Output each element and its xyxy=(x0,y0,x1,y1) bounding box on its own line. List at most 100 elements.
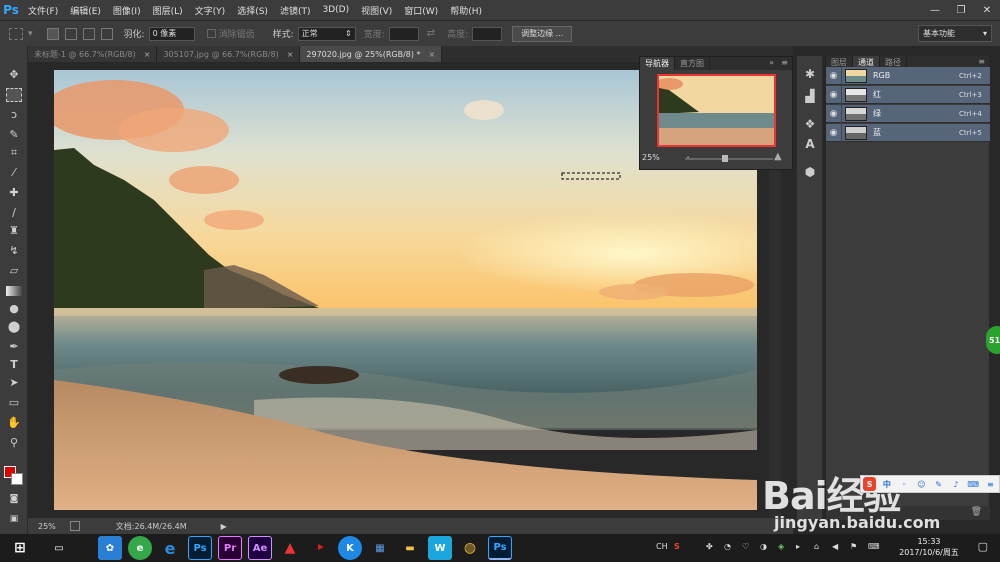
sogou-tray-icon[interactable]: S xyxy=(674,542,680,554)
ime-language[interactable]: CH xyxy=(656,542,668,554)
screen-mode-icon[interactable]: ▣ xyxy=(6,512,22,526)
menu-view[interactable]: 视图(V) xyxy=(355,4,398,17)
ime-mode-icon[interactable]: 中 xyxy=(880,477,893,491)
menu-window[interactable]: 窗口(W) xyxy=(398,4,444,17)
ime-menu-icon[interactable]: ≡ xyxy=(984,477,997,491)
status-info-icon[interactable] xyxy=(69,521,80,531)
menu-filter[interactable]: 滤镜(T) xyxy=(274,4,317,17)
restore-button[interactable]: ❐ xyxy=(948,0,974,20)
eyedropper-tool-icon[interactable]: ⁄ xyxy=(6,166,22,180)
zoom-in-icon[interactable]: ▲ xyxy=(774,151,782,162)
menu-3d[interactable]: 3D(D) xyxy=(316,5,355,15)
app-icon-1[interactable]: ✿ xyxy=(98,536,122,560)
healing-brush-tool-icon[interactable]: ✚ xyxy=(6,186,22,200)
antialias-checkbox[interactable] xyxy=(206,29,216,38)
type-tool-icon[interactable]: T xyxy=(6,358,22,372)
collapse-icon[interactable]: » xyxy=(769,58,774,67)
navigator-zoom-slider[interactable] xyxy=(685,158,773,160)
tab-navigator[interactable]: 导航器 xyxy=(640,57,675,70)
history-brush-tool-icon[interactable]: ↯ xyxy=(6,244,22,258)
hand-tool-icon[interactable]: ✋ xyxy=(6,416,22,430)
menu-image[interactable]: 图像(I) xyxy=(107,4,147,17)
channel-row-blue[interactable]: ◉ 蓝 Ctrl+5 xyxy=(826,123,990,142)
styles-icon[interactable]: ❖ xyxy=(802,116,818,132)
histogram-icon[interactable]: ▟ xyxy=(802,88,818,104)
photoshop-running-icon[interactable]: Ps xyxy=(488,536,512,560)
after-effects-icon[interactable]: Ae xyxy=(248,536,272,560)
volume-icon[interactable]: ◀ xyxy=(832,542,838,554)
sogou-logo-icon[interactable]: S xyxy=(863,477,877,491)
menu-file[interactable]: 文件(F) xyxy=(22,4,64,17)
tray-icon-6[interactable]: ▸ xyxy=(796,542,800,554)
style-select[interactable]: 正常 ⇕ xyxy=(297,26,356,41)
eraser-tool-icon[interactable]: ▱ xyxy=(6,264,22,278)
crop-tool-icon[interactable]: ⌗ xyxy=(6,146,22,160)
add-selection-icon[interactable] xyxy=(64,27,77,40)
zoom-level[interactable]: 25% xyxy=(38,522,56,531)
tab-histogram[interactable]: 直方图 xyxy=(675,57,710,70)
close-button[interactable]: ✕ xyxy=(974,0,1000,20)
punctuation-icon[interactable]: ◦ xyxy=(898,477,911,491)
menu-type[interactable]: 文字(Y) xyxy=(189,4,232,17)
channel-row-rgb[interactable]: ◉ RGB Ctrl+2 xyxy=(826,66,990,85)
menu-select[interactable]: 选择(S) xyxy=(231,4,274,17)
dodge-tool-icon[interactable]: ⬤ xyxy=(6,320,22,334)
workspace-select[interactable]: 基本功能 ▾ xyxy=(918,25,992,42)
eye-icon[interactable]: ◉ xyxy=(826,123,842,142)
zoom-tool-icon[interactable]: ⚲ xyxy=(6,436,22,450)
clone-stamp-tool-icon[interactable]: ♜ xyxy=(6,224,22,238)
marquee-tool-preset-icon[interactable] xyxy=(9,27,23,40)
navigator-zoom-handle[interactable] xyxy=(722,155,728,162)
tray-icon-2[interactable]: ◔ xyxy=(724,542,731,554)
rectangle-tool-icon[interactable]: ▭ xyxy=(6,396,22,410)
close-icon[interactable]: × xyxy=(144,50,151,59)
panel-menu-icon[interactable]: ≡ xyxy=(781,58,788,67)
quick-mask-icon[interactable]: ◙ xyxy=(6,492,22,506)
intersect-selection-icon[interactable] xyxy=(100,27,113,40)
height-input[interactable] xyxy=(472,26,503,41)
tray-icon-7[interactable]: ⚑ xyxy=(850,542,857,554)
wps-icon[interactable]: W xyxy=(428,536,452,560)
app-icon-3[interactable]: ⯈ xyxy=(308,536,332,560)
windows-start-icon[interactable]: ⊞ xyxy=(8,536,32,560)
file-explorer-icon[interactable]: ▬ xyxy=(398,536,422,560)
navigator-thumbnail[interactable] xyxy=(657,74,776,147)
tray-icon-3[interactable]: ♡ xyxy=(742,542,749,554)
tab-297020[interactable]: 297020.jpg @ 25%(RGB/8) * × xyxy=(300,46,443,62)
keyboard-tray-icon[interactable]: ⌨ xyxy=(868,542,880,554)
status-menu-arrow-icon[interactable]: ▶ xyxy=(221,522,227,531)
tray-icon-4[interactable]: ◑ xyxy=(760,542,767,554)
preset-dropdown-icon[interactable]: ▾ xyxy=(28,29,33,39)
microphone-icon[interactable]: ♪ xyxy=(949,477,962,491)
tab-untitled[interactable]: 未标题-1 @ 66.7%(RGB/8) × xyxy=(28,46,158,62)
minimize-button[interactable]: — xyxy=(922,0,948,20)
gradient-tool-icon[interactable] xyxy=(6,286,22,296)
chrome-icon[interactable]: ◍ xyxy=(458,536,482,560)
path-selection-tool-icon[interactable]: ➤ xyxy=(6,376,22,390)
system-clock[interactable]: 15:33 2017/10/6/周五 xyxy=(894,536,964,560)
app-icon-k[interactable]: K xyxy=(338,536,362,560)
quick-selection-tool-icon[interactable]: ✎ xyxy=(6,128,22,142)
keyboard-icon[interactable]: ⌨ xyxy=(967,477,980,491)
pen-input-icon[interactable]: ✎ xyxy=(932,477,945,491)
autocad-icon[interactable]: ▲ xyxy=(278,536,302,560)
feather-input[interactable]: 0 像素 xyxy=(148,26,195,41)
channel-row-green[interactable]: ◉ 绿 Ctrl+4 xyxy=(826,104,990,123)
app-icon-2[interactable]: e xyxy=(128,536,152,560)
menu-layer[interactable]: 图层(L) xyxy=(147,4,189,17)
close-icon[interactable]: × xyxy=(429,50,436,59)
swap-icon[interactable]: ⇄ xyxy=(427,28,435,39)
ie-icon[interactable]: e xyxy=(158,536,182,560)
eye-icon[interactable]: ◉ xyxy=(826,66,842,85)
premiere-icon[interactable]: Pr xyxy=(218,536,242,560)
close-icon[interactable]: × xyxy=(287,50,294,59)
tab-305107[interactable]: 305107.jpg @ 66.7%(RGB/8) × xyxy=(157,46,301,62)
eye-icon[interactable]: ◉ xyxy=(826,104,842,123)
refine-edge-button[interactable]: 调整边缘 ... xyxy=(512,25,573,42)
blur-tool-icon[interactable]: ● xyxy=(6,302,22,316)
network-icon[interactable]: ⌂ xyxy=(814,542,819,554)
eye-icon[interactable]: ◉ xyxy=(826,85,842,104)
navigator-zoom-value[interactable]: 25% xyxy=(642,153,682,165)
subtract-selection-icon[interactable] xyxy=(82,27,95,40)
emoji-icon[interactable]: ☺ xyxy=(915,477,928,491)
